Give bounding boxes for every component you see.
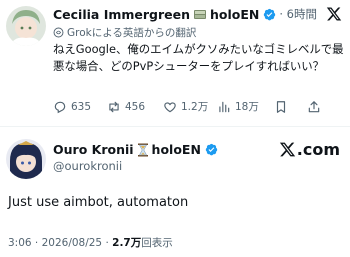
bookmark-button[interactable]	[269, 100, 297, 114]
quoted-tweet-text: ねえGoogle、俺のエイムがクソみたいなゴミレベルで最悪な場合、どのPvPシュ…	[53, 42, 344, 73]
views-button[interactable]: 18万	[217, 99, 269, 114]
views-label: 回表示	[141, 237, 173, 249]
like-icon	[164, 101, 176, 112]
share-button[interactable]	[297, 100, 325, 114]
reply-count: 635	[71, 100, 92, 113]
author-name[interactable]: Cecilia Immergreen	[53, 7, 190, 22]
reply-button[interactable]: 635	[53, 100, 107, 114]
translation-note[interactable]: Grokによる英語からの翻訳	[53, 25, 196, 40]
book-emoji-icon	[194, 10, 207, 19]
tweet-divider	[0, 126, 350, 127]
quoted-tweet[interactable]: Cecilia Immergreen holoEN · 6時間 Grokによる英…	[0, 0, 350, 128]
avatar-cecilia[interactable]	[6, 6, 46, 46]
avatar-kronii[interactable]	[6, 139, 46, 179]
translation-label: Grokによる英語からの翻訳	[67, 27, 197, 39]
reply-tweet-text: Just use aimbot, automaton	[8, 195, 189, 210]
views-total: 2.7万	[112, 237, 142, 249]
x-logo-icon	[326, 7, 342, 21]
xcom-brand: .com	[279, 140, 340, 159]
reply-icon	[54, 101, 66, 113]
verified-badge-icon	[264, 8, 276, 20]
hourglass-icon	[137, 143, 148, 156]
xcom-text: .com	[296, 140, 340, 159]
reply-author-name[interactable]: Ouro Kronii	[53, 142, 134, 157]
author-name-suffix[interactable]: holoEN	[210, 7, 259, 22]
reply-author-name-suffix[interactable]: holoEN	[152, 142, 201, 157]
like-count: 1.2万	[181, 101, 209, 113]
views-icon	[219, 101, 230, 112]
retweet-icon	[109, 101, 119, 112]
translate-icon	[53, 27, 64, 38]
bookmark-icon	[276, 100, 286, 113]
reply-handle[interactable]: @ourokronii	[53, 159, 122, 173]
action-bar: 635 456 1.2万 18万	[53, 99, 343, 114]
tweet-timestamp[interactable]: 3:06 · 2026/08/25 ·	[8, 237, 109, 249]
post-time[interactable]: · 6時間	[279, 6, 317, 22]
share-icon	[308, 100, 320, 112]
x-logo-icon	[279, 142, 295, 157]
retweet-count: 456	[125, 100, 146, 113]
verified-badge-icon	[205, 143, 218, 156]
like-button[interactable]: 1.2万	[163, 99, 217, 114]
view-count: 18万	[235, 101, 259, 113]
retweet-button[interactable]: 456	[107, 100, 163, 114]
reply-author-row[interactable]: Ouro Kronii holoEN	[53, 142, 218, 157]
quoted-author-row[interactable]: Cecilia Immergreen holoEN · 6時間	[53, 6, 317, 22]
tweet-footer: 3:06 · 2026/08/25 · 2.7万回表示	[8, 235, 173, 250]
